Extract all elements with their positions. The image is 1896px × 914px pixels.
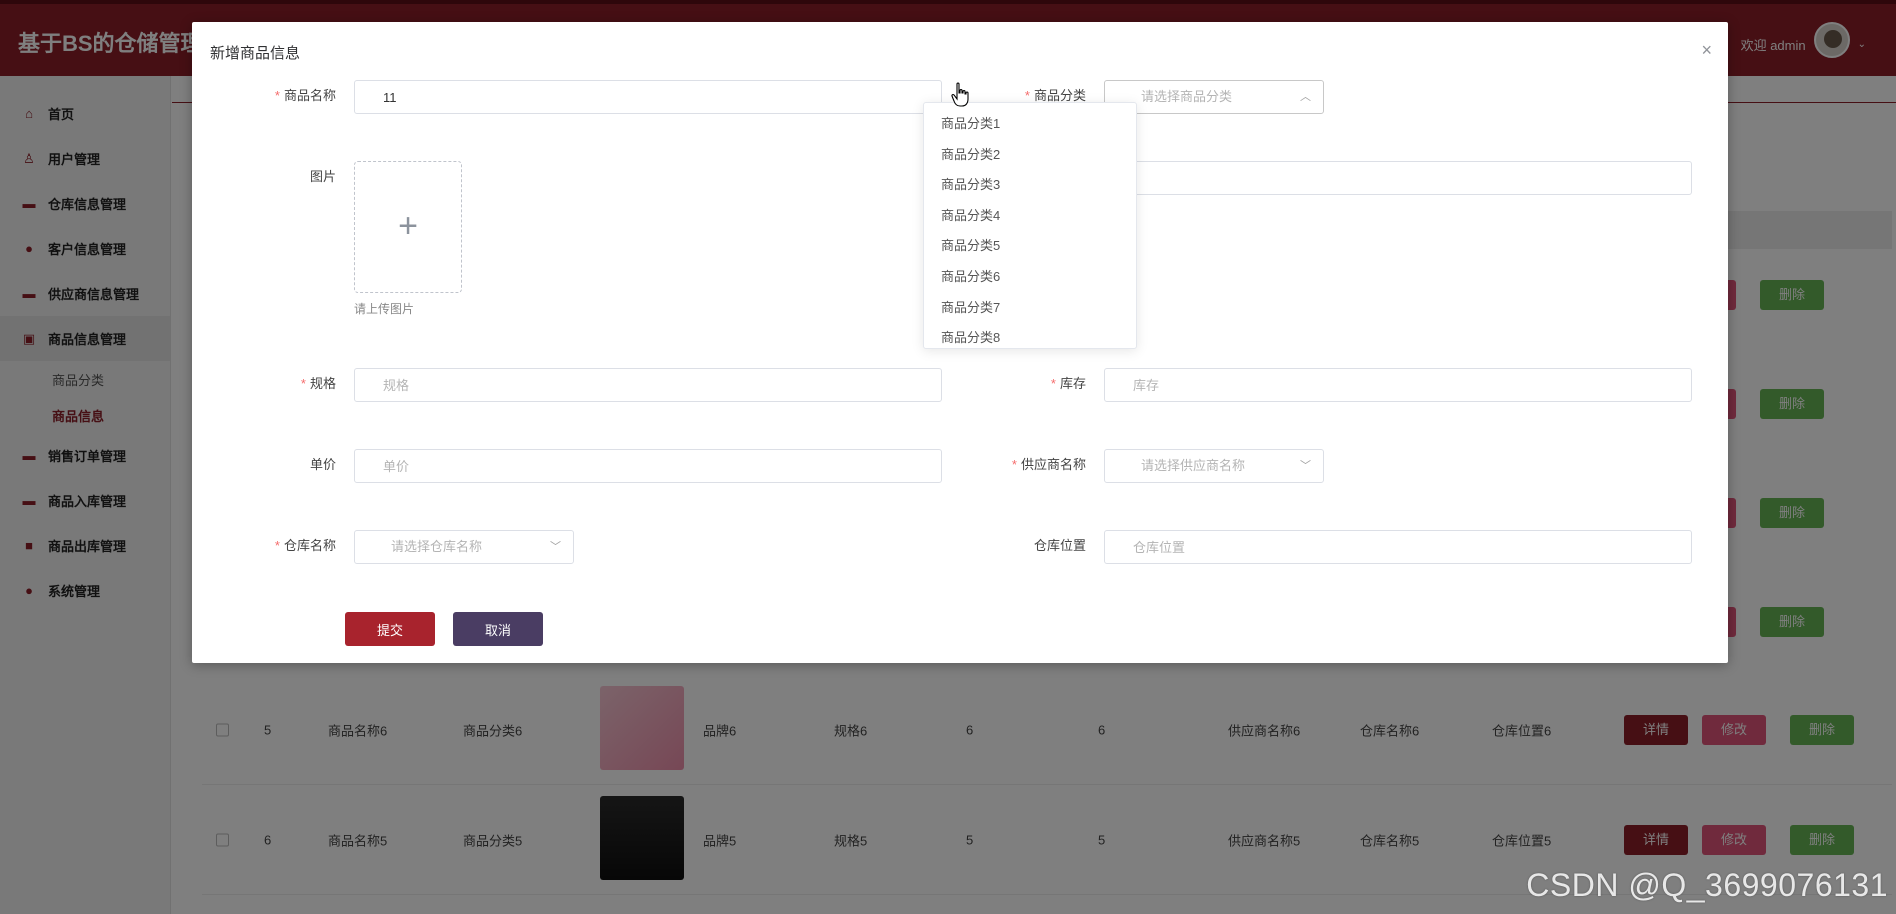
price-input[interactable] [354, 449, 942, 483]
category-option[interactable]: 商品分类6 [924, 262, 1136, 293]
name-label: * 商品名称 [274, 88, 336, 103]
supplier-placeholder: 请选择供应商名称 [1141, 458, 1246, 473]
watermark: CSDN @Q_3699076131 [1526, 867, 1888, 903]
chevron-down-icon: ﹀ [550, 541, 561, 553]
spec-label: * 规格 [300, 376, 336, 391]
image-upload[interactable]: + [354, 161, 462, 293]
close-icon[interactable]: × [1701, 40, 1712, 61]
category-option[interactable]: 商品分类5 [924, 231, 1136, 262]
warehouse-select[interactable]: 请选择仓库名称 ﹀ [354, 530, 574, 564]
spec-input[interactable] [354, 368, 942, 402]
supplier-select[interactable]: 请选择供应商名称 ﹀ [1104, 449, 1324, 483]
stock-label: * 库存 [1050, 376, 1086, 391]
location-input[interactable] [1104, 530, 1692, 564]
chevron-down-icon: ﹀ [1300, 460, 1311, 472]
plus-icon: + [398, 207, 418, 245]
stock-input[interactable] [1104, 368, 1692, 402]
supplier-label: * 供应商名称 [1011, 457, 1086, 472]
price-label: 单价 [309, 457, 336, 472]
category-option[interactable]: 商品分类2 [924, 140, 1136, 171]
category-option[interactable]: 商品分类4 [924, 201, 1136, 232]
brand-input[interactable] [1104, 161, 1692, 195]
dialog-title: 新增商品信息 [210, 45, 301, 62]
location-label: 仓库位置 [1033, 538, 1086, 553]
category-placeholder: 请选择商品分类 [1141, 89, 1233, 104]
category-option[interactable]: 商品分类7 [924, 293, 1136, 324]
image-label: 图片 [309, 169, 336, 184]
category-select[interactable]: 请选择商品分类 ︿ [1104, 80, 1324, 114]
goods-name-input[interactable] [354, 80, 942, 114]
chevron-up-icon: ︿ [1300, 91, 1311, 103]
warehouse-label: * 仓库名称 [274, 538, 336, 553]
category-option[interactable]: 商品分类8 [924, 323, 1136, 348]
upload-tip: 请上传图片 [354, 302, 415, 316]
cancel-button[interactable]: 取消 [453, 612, 543, 646]
submit-button[interactable]: 提交 [345, 612, 435, 646]
hand-cursor-icon [951, 82, 969, 107]
category-dropdown: 商品分类1 商品分类2 商品分类3 商品分类4 商品分类5 商品分类6 商品分类… [923, 102, 1137, 349]
category-option[interactable]: 商品分类1 [924, 109, 1136, 140]
category-option[interactable]: 商品分类3 [924, 170, 1136, 201]
warehouse-placeholder: 请选择仓库名称 [391, 539, 483, 554]
